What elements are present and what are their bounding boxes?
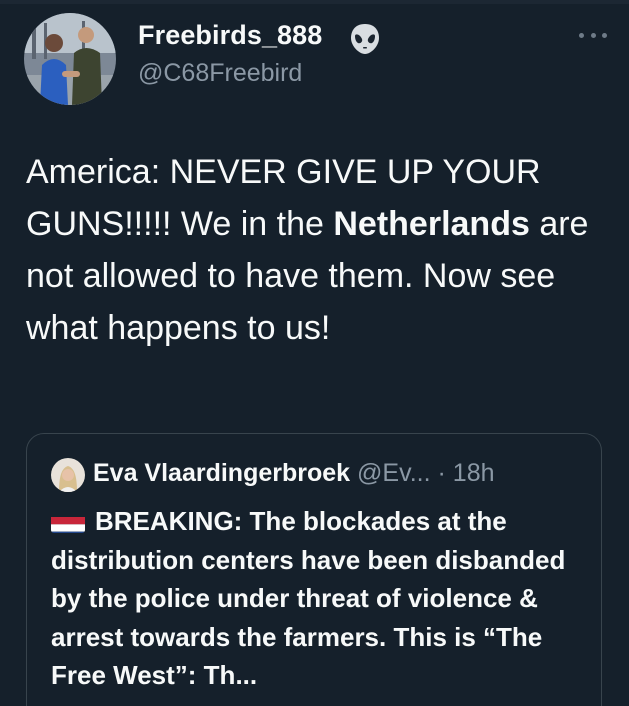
tweet-text-bold: Netherlands [333,205,530,243]
author-avatar[interactable] [24,13,116,105]
more-dot [602,32,607,38]
quoted-author-handle: @Ev... [357,459,431,487]
quoted-tweet-card[interactable]: Eva Vlaardingerbroek @Ev... · 18h BREAKI… [26,433,602,706]
author-handle[interactable]: @C68Freebird [138,59,302,88]
tweet-text: America: NEVER GIVE UP YOUR GUNS!!!!! We… [26,146,606,354]
quoted-tweet-time: · 18h [437,459,495,487]
more-options-icon[interactable] [579,30,607,40]
alien-emoji-icon [348,22,382,56]
quoted-tweet-header: Eva Vlaardingerbroek @Ev... · 18h [93,459,495,488]
quoted-author-name: Eva Vlaardingerbroek [93,459,351,487]
tweet-view: Freebirds_888 @C68Freebird America: NEVE… [0,0,629,706]
more-dot [579,32,584,38]
quoted-tweet-text: BREAKING: The blockades at the distribut… [51,506,566,690]
more-dot [590,32,596,38]
author-display-name[interactable]: Freebirds_888 [138,20,322,51]
quoted-tweet-body: BREAKING: The blockades at the distribut… [51,502,591,695]
quoted-author-avatar [51,458,85,492]
top-divider [0,0,629,4]
netherlands-flag-icon [51,511,85,533]
